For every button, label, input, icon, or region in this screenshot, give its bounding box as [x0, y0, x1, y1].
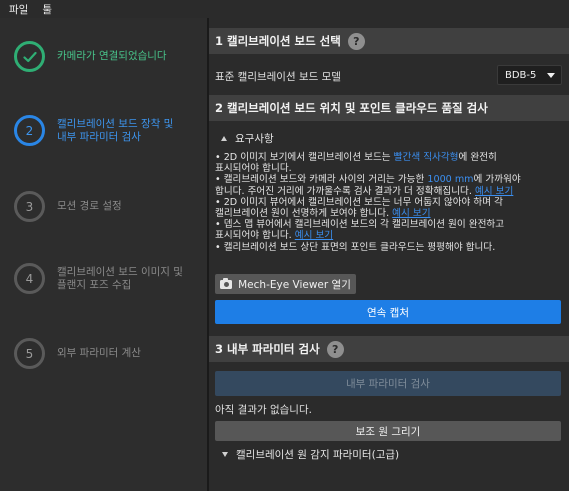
step-4-label: 캘리브레이션 보드 이미지 및 플랜지 포즈 수집: [57, 266, 183, 291]
section-3-header: 3 내부 파라미터 검사 ?: [209, 336, 569, 362]
caret-down-icon: [547, 73, 555, 78]
step-2-number: 2: [14, 115, 45, 146]
board-model-select[interactable]: BDB-5: [497, 65, 562, 85]
step-2-label: 캘리브레이션 보드 장착 및 내부 파라미터 검사: [57, 118, 174, 143]
help-icon[interactable]: ?: [326, 340, 344, 358]
example-link-3[interactable]: 예시 보기: [295, 230, 333, 241]
step-1-label: 카메라가 연결되었습니다: [57, 50, 167, 62]
step-3-label: 모션 경로 설정: [57, 200, 122, 212]
help-icon[interactable]: ?: [347, 32, 365, 50]
collapse-arrow-icon: [221, 136, 227, 141]
continuous-capture-button[interactable]: 연속 캡처: [215, 300, 561, 324]
step-5-label: 외부 파라미터 계산: [57, 347, 141, 359]
step-3-number: 3: [14, 191, 45, 222]
board-model-value: BDB-5: [505, 69, 537, 81]
step-3-motion-path[interactable]: 3 모션 경로 설정: [14, 191, 122, 222]
draw-auxiliary-circle-button[interactable]: 보조 원 그리기: [215, 421, 561, 441]
check-icon: [22, 51, 37, 62]
step-2-board-mount[interactable]: 2 캘리브레이션 보드 장착 및 내부 파라미터 검사: [14, 115, 173, 146]
red-rectangle-highlight: 빨간색 직사각형: [393, 152, 459, 163]
section-1-title: 1 캘리브레이션 보드 선택: [215, 34, 341, 48]
menu-bar: 파일 툴: [0, 0, 569, 18]
section-2-title: 2 캘리브레이션 보드 위치 및 포인트 클라우드 품질 검사: [215, 101, 488, 115]
advanced-params-label: 캘리브레이션 원 감지 파라미터(고급): [236, 449, 400, 461]
steps-sidebar: 카메라가 연결되었습니다 2 캘리브레이션 보드 장착 및 내부 파라미터 검사 …: [0, 18, 207, 491]
board-model-label: 표준 캘리브레이션 보드 모델: [215, 71, 341, 83]
section-2-header: 2 캘리브레이션 보드 위치 및 포인트 클라우드 품질 검사: [209, 95, 569, 121]
menu-file[interactable]: 파일: [9, 2, 28, 17]
expand-arrow-icon: [222, 452, 228, 457]
step-4-number: 4: [14, 263, 45, 294]
no-result-text: 아직 결과가 없습니다.: [215, 404, 312, 416]
section-1-header: 1 캘리브레이션 보드 선택 ?: [209, 28, 569, 54]
step-5-number: 5: [14, 338, 45, 369]
step-4-image-collection[interactable]: 4 캘리브레이션 보드 이미지 및 플랜지 포즈 수집: [14, 263, 183, 294]
distance-highlight: 1000 mm: [427, 174, 474, 186]
example-link-2[interactable]: 예시 보기: [392, 208, 430, 219]
section-3-title: 3 내부 파라미터 검사: [215, 342, 320, 356]
step-5-extrinsic-calc[interactable]: 5 외부 파라미터 계산: [14, 338, 141, 369]
main-panel: 1 캘리브레이션 보드 선택 ? 표준 캘리브레이션 보드 모델 BDB-5 2…: [209, 18, 569, 491]
step-1-camera-connected[interactable]: 카메라가 연결되었습니다: [14, 41, 167, 72]
requirements-toggle[interactable]: 요구사항: [221, 131, 274, 146]
open-mech-eye-viewer-button[interactable]: Mech-Eye Viewer 열기: [215, 274, 356, 294]
advanced-params-toggle[interactable]: 캘리브레이션 원 감지 파라미터(고급): [222, 447, 399, 462]
requirements-text: • 2D 이미지 보기에서 캘리브레이션 보드는 빨간색 직사각형에 완전히 표…: [215, 152, 521, 253]
camera-icon: [220, 277, 233, 289]
intrinsic-check-button[interactable]: 내부 파라미터 검사: [215, 371, 561, 396]
example-link-1[interactable]: 예시 보기: [475, 186, 513, 197]
step-1-indicator: [14, 41, 45, 72]
menu-tools[interactable]: 툴: [42, 2, 52, 17]
requirements-label: 요구사항: [235, 133, 274, 145]
